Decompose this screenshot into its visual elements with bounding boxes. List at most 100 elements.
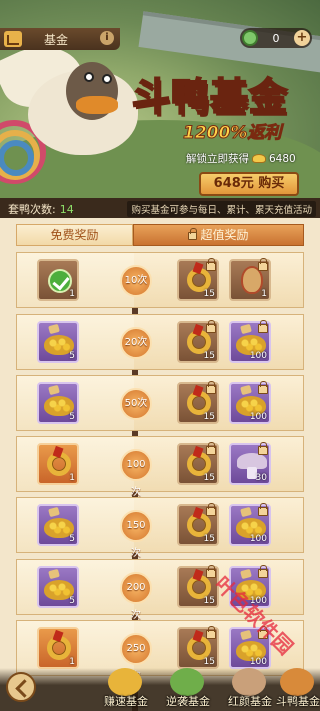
bottom-bar: 赚速基金 逆袭基金 红颜基金 斗鸭基金: [0, 668, 320, 711]
fund-screen: 基金 i 0 + 斗鸭基金 1200%返利 解锁立即获得 6480 648元 购…: [0, 0, 320, 711]
unlock-value: 6480: [269, 152, 296, 165]
premium-reward-header: 超值奖励: [133, 224, 304, 246]
ring-item[interactable]: 1: [37, 627, 79, 669]
lock-icon: [258, 442, 268, 455]
premium-header-label: 超值奖励: [200, 228, 249, 242]
item-count: 15: [203, 412, 215, 422]
lock-icon: [258, 258, 268, 271]
ring-item[interactable]: 1: [37, 443, 79, 485]
ring-item[interactable]: 15: [177, 626, 219, 669]
tag-icon: [48, 384, 60, 396]
lock-icon: [206, 320, 216, 333]
reward-row: 5 50次 15 100: [16, 375, 304, 431]
lady-icon: [232, 668, 266, 696]
chart-icon: [4, 31, 22, 47]
level-node: 150次: [120, 510, 152, 559]
lock-icon: [258, 503, 268, 516]
tag-icon: [48, 323, 60, 335]
item-count: 100: [249, 351, 267, 361]
item-count: 15: [203, 596, 215, 606]
page-title: 斗鸭基金: [131, 73, 289, 120]
free-reward-header: 免费奖励: [16, 224, 133, 246]
duck-bill: [76, 96, 118, 114]
bottom-tab-4[interactable]: 斗鸭基金: [262, 668, 320, 711]
beans-item[interactable]: 100: [229, 320, 271, 363]
ring-item[interactable]: 15: [177, 381, 219, 424]
beans-item[interactable]: 5: [37, 566, 79, 608]
tag-icon: [240, 384, 252, 396]
count-label: 套鸭次数: 14: [8, 201, 74, 217]
tag-icon: [240, 629, 252, 641]
level-node: 200次: [120, 572, 152, 621]
back-button[interactable]: [6, 672, 36, 702]
unlock-reward: 解锁立即获得 6480: [186, 151, 296, 166]
level-node: 100次: [120, 449, 152, 498]
tab-fund-label: 基金: [44, 32, 69, 47]
currency-value: 0: [272, 31, 280, 45]
count-value: 14: [59, 203, 74, 216]
tab-fund[interactable]: 基金 i: [0, 28, 120, 50]
tag-icon: [48, 506, 60, 518]
beans-item[interactable]: 100: [229, 381, 271, 424]
claimed-item[interactable]: 1: [37, 259, 79, 301]
top-bar: 基金 i 0 +: [0, 28, 320, 50]
beans-item[interactable]: 100: [229, 503, 271, 546]
reward-row: 1 100次 15 30: [16, 436, 304, 498]
gold-ingot-icon: [108, 668, 142, 696]
item-count: 15: [203, 351, 215, 361]
item-count: 1: [69, 657, 75, 667]
ring-item[interactable]: 15: [177, 442, 219, 485]
lock-icon: [188, 228, 198, 240]
lock-icon: [258, 320, 268, 333]
level-node: 50次: [120, 388, 152, 420]
egg-item[interactable]: 1: [229, 258, 271, 301]
reward-row: 1 10次 15 1: [16, 252, 304, 308]
tag-icon: [240, 568, 252, 580]
item-count: 15: [203, 473, 215, 483]
tag-icon: [48, 568, 60, 580]
item-count: 15: [203, 534, 215, 544]
buy-button[interactable]: 648元 购买: [199, 172, 299, 196]
lock-icon: [258, 565, 268, 578]
tag-icon: [240, 323, 252, 335]
reward-row: 5 20次 15 100: [16, 314, 304, 370]
item-count: 30: [255, 473, 267, 483]
item-count: 1: [69, 289, 75, 299]
duck-eye: [102, 74, 112, 84]
unlock-label: 解锁立即获得: [186, 153, 249, 165]
count-label-text: 套鸭次数:: [8, 203, 56, 216]
ring-item[interactable]: 15: [177, 320, 219, 363]
duck-icon: [170, 668, 204, 696]
bottom-tab-label: 斗鸭基金: [276, 695, 320, 708]
ring-item[interactable]: 15: [177, 503, 219, 546]
item-count: 15: [203, 289, 215, 299]
lock-icon: [206, 442, 216, 455]
fund-tip: 购买基金可参与每日、累计、累天充值活动: [127, 201, 316, 217]
item-count: 100: [249, 657, 267, 667]
ingot-icon: [252, 154, 266, 163]
beans-item[interactable]: 5: [37, 321, 79, 363]
item-count: 1: [261, 289, 267, 299]
level-node: 10次: [120, 265, 152, 297]
item-count: 5: [69, 412, 75, 422]
duck-count-row: 套鸭次数: 14 购买基金可参与每日、累计、累天充值活动: [0, 198, 320, 218]
tag-icon: [240, 506, 252, 518]
info-icon[interactable]: i: [100, 31, 114, 45]
item-count: 15: [203, 657, 215, 667]
beans-item[interactable]: 5: [37, 504, 79, 546]
ring-item[interactable]: 15: [177, 258, 219, 301]
level-node: 250次: [120, 633, 152, 682]
lock-icon: [258, 381, 268, 394]
item-count: 5: [69, 596, 75, 606]
duck-eye: [84, 72, 94, 82]
add-currency-button[interactable]: +: [294, 30, 310, 46]
lock-icon: [206, 565, 216, 578]
mushroom-item[interactable]: 30: [229, 442, 271, 485]
beans-item[interactable]: 5: [37, 382, 79, 424]
item-count: 5: [69, 534, 75, 544]
jade-icon: [242, 30, 258, 46]
reward-header: 免费奖励 超值奖励: [16, 224, 304, 246]
lock-icon: [206, 381, 216, 394]
lock-icon: [206, 626, 216, 639]
item-count: 5: [69, 351, 75, 361]
